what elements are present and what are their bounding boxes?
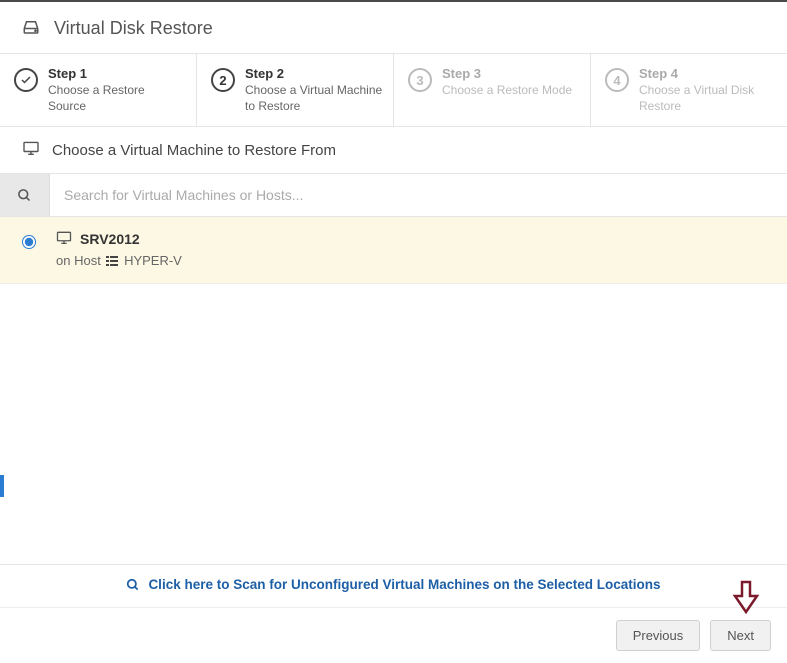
wizard-steps: Step 1 Choose a Restore Source 2 Step 2 … <box>0 53 787 127</box>
vm-name: SRV2012 <box>80 231 140 247</box>
content-area <box>0 284 787 564</box>
step-number-icon: 2 <box>211 68 235 92</box>
step-desc: Choose a Virtual Machine to Restore <box>245 83 383 114</box>
step-2[interactable]: 2 Step 2 Choose a Virtual Machine to Res… <box>197 54 394 126</box>
search-icon <box>126 578 140 592</box>
step-label: Step 1 <box>48 66 186 81</box>
next-button[interactable]: Next <box>710 620 771 651</box>
server-icon <box>106 254 118 269</box>
step-desc: Choose a Virtual Disk Restore <box>639 83 777 114</box>
search-icon[interactable] <box>0 174 50 216</box>
monitor-icon <box>22 141 40 159</box>
scan-link-text: Click here to Scan for Unconfigured Virt… <box>148 577 660 592</box>
arrow-down-icon <box>731 580 761 617</box>
step-label: Step 4 <box>639 66 777 81</box>
scan-bar: Click here to Scan for Unconfigured Virt… <box>0 564 787 607</box>
page-title: Virtual Disk Restore <box>54 18 213 39</box>
page-header: Virtual Disk Restore <box>0 2 787 53</box>
host-name: HYPER-V <box>124 253 182 268</box>
step-label: Step 2 <box>245 66 383 81</box>
disk-icon <box>22 19 40 38</box>
host-prefix: on Host <box>56 253 101 268</box>
section-heading: Choose a Virtual Machine to Restore From <box>0 127 787 173</box>
step-desc: Choose a Restore Source <box>48 83 186 114</box>
previous-button[interactable]: Previous <box>616 620 701 651</box>
vm-row[interactable]: SRV2012 on Host HYPER-V <box>0 217 787 284</box>
step-1[interactable]: Step 1 Choose a Restore Source <box>0 54 197 126</box>
step-desc: Choose a Restore Mode <box>442 83 572 99</box>
step-4[interactable]: 4 Step 4 Choose a Virtual Disk Restore <box>591 54 787 126</box>
vm-radio[interactable] <box>22 235 36 252</box>
search-input[interactable] <box>50 174 787 216</box>
step-label: Step 3 <box>442 66 572 81</box>
step-3[interactable]: 3 Step 3 Choose a Restore Mode <box>394 54 591 126</box>
scan-link[interactable]: Click here to Scan for Unconfigured Virt… <box>126 577 660 592</box>
section-title-text: Choose a Virtual Machine to Restore From <box>52 142 336 159</box>
step-number-icon: 3 <box>408 68 432 92</box>
footer: Previous Next <box>0 607 787 663</box>
check-icon <box>14 68 38 92</box>
monitor-icon <box>56 231 72 247</box>
step-number-icon: 4 <box>605 68 629 92</box>
search-bar <box>0 173 787 217</box>
side-indicator <box>0 475 4 497</box>
vm-list: SRV2012 on Host HYPER-V <box>0 217 787 284</box>
